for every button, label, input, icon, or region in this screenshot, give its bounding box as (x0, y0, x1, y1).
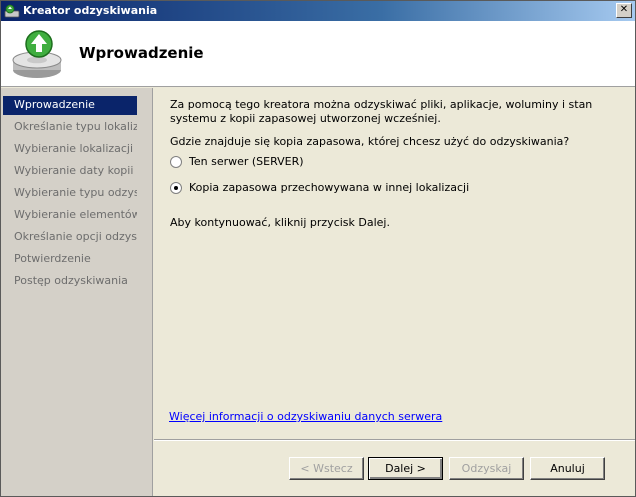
step-select-location[interactable]: Wybieranie lokalizacji k... (3, 140, 137, 159)
option-other-location-label: Kopia zapasowa przechowywana w innej lok… (189, 181, 470, 194)
step-introduction[interactable]: Wprowadzenie (3, 96, 137, 115)
next-button[interactable]: Dalej > (368, 457, 443, 480)
button-divider (154, 439, 635, 441)
step-select-recovery-type[interactable]: Wybieranie typu odzys... (3, 184, 137, 203)
option-other-location[interactable]: Kopia zapasowa przechowywana w innej lok… (170, 181, 469, 194)
back-button[interactable]: < Wstecz (289, 457, 364, 480)
backup-app-icon (4, 4, 20, 18)
step-confirmation[interactable]: Potwierdzenie (3, 250, 137, 269)
recover-button[interactable]: Odzyskaj (449, 457, 524, 480)
wizard-steps-sidebar: Wprowadzenie Określanie typu lokalizacji… (1, 88, 153, 496)
close-button[interactable]: ✕ (616, 3, 632, 18)
radio-other-location[interactable] (170, 181, 182, 194)
recovery-disk-icon (12, 30, 62, 78)
more-info-link[interactable]: Więcej informacji o odzyskiwaniu danych … (169, 410, 442, 423)
option-this-server-label: Ten serwer (SERVER) (189, 155, 304, 168)
radio-this-server[interactable] (170, 155, 182, 168)
step-recovery-progress[interactable]: Postęp odzyskiwania (3, 272, 137, 291)
continue-instruction: Aby kontynuować, kliknij przycisk Dalej. (170, 216, 390, 229)
recovery-wizard-window: Kreator odzyskiwania ✕ Wprowadzenie Wpro… (0, 0, 636, 497)
location-question: Gdzie znajduje się kopia zapasowa, które… (170, 135, 570, 148)
step-recovery-options[interactable]: Określanie opcji odzysk... (3, 228, 137, 247)
page-title: Wprowadzenie (79, 44, 204, 62)
option-this-server[interactable]: Ten serwer (SERVER) (170, 155, 304, 168)
wizard-header: Wprowadzenie (1, 21, 635, 87)
step-select-backup-date[interactable]: Wybieranie daty kopii z... (3, 162, 137, 181)
window-title: Kreator odzyskiwania (23, 4, 158, 17)
step-location-type[interactable]: Określanie typu lokalizacji (3, 118, 137, 137)
title-bar: Kreator odzyskiwania ✕ (1, 1, 635, 21)
intro-text: Za pomocą tego kreatora można odzyskiwać… (170, 98, 593, 125)
wizard-content: Za pomocą tego kreatora można odzyskiwać… (154, 88, 635, 496)
cancel-button[interactable]: Anuluj (530, 457, 605, 480)
step-select-items[interactable]: Wybieranie elementów... (3, 206, 137, 225)
